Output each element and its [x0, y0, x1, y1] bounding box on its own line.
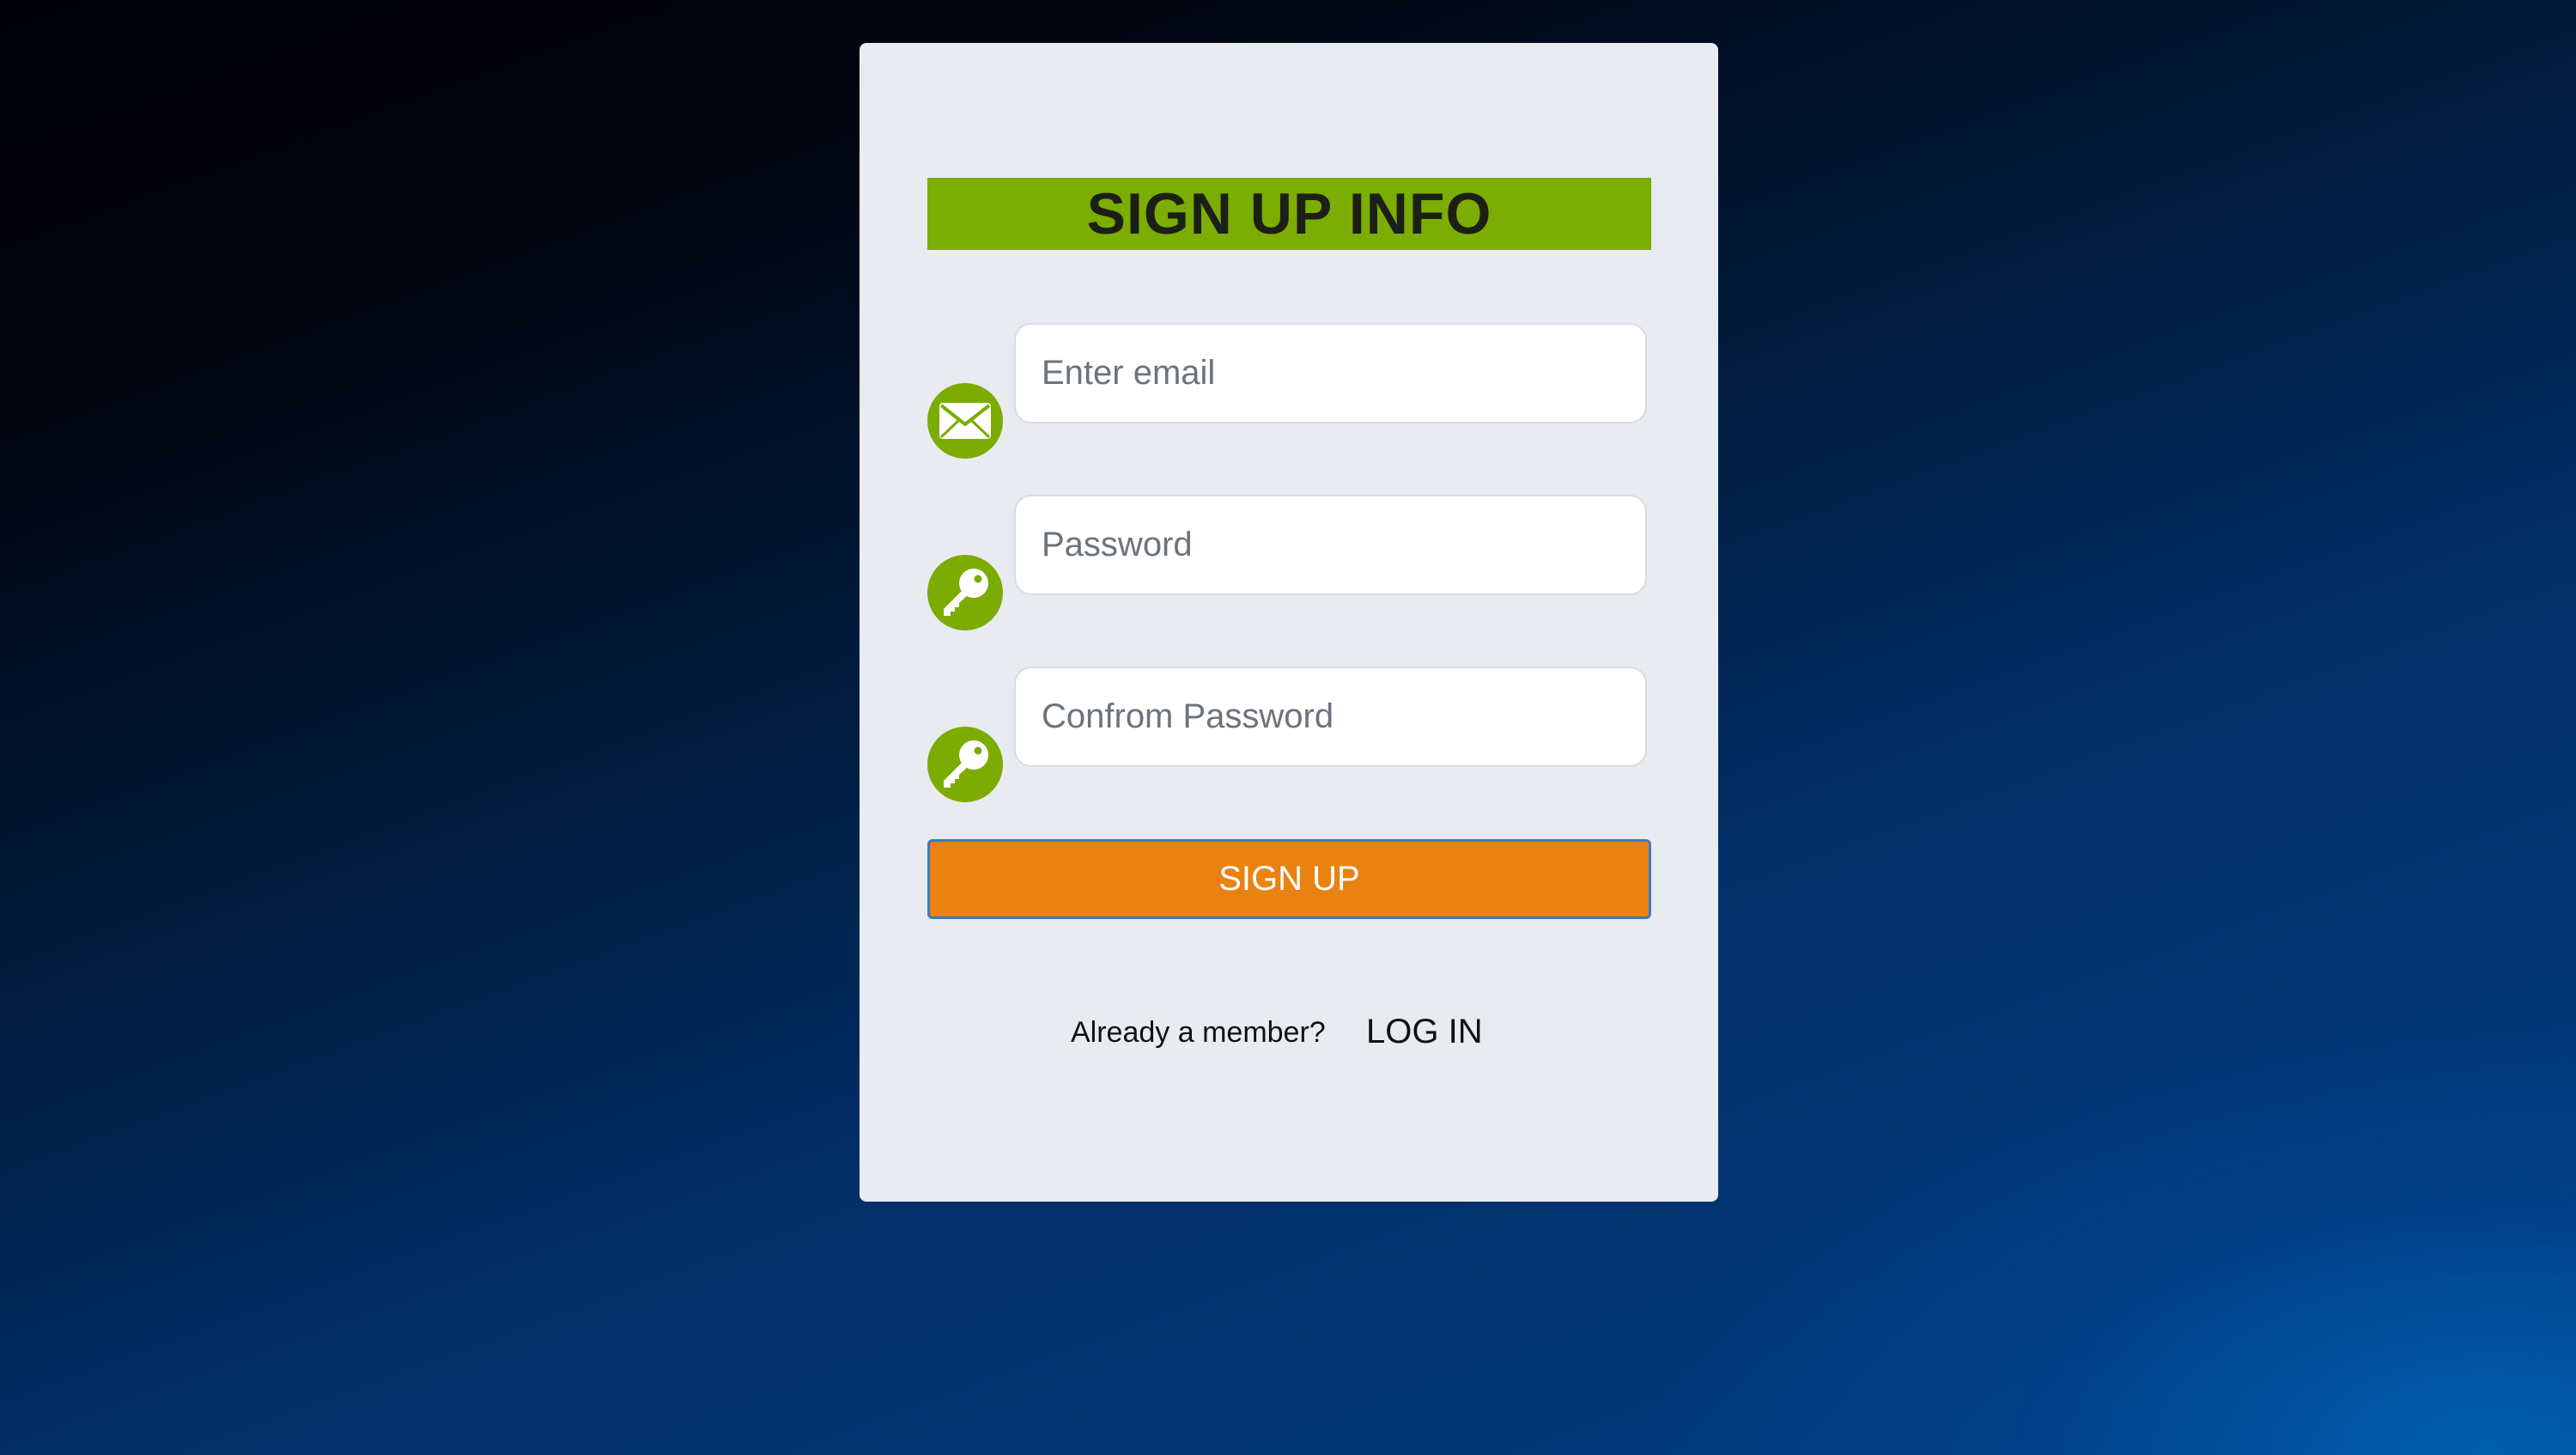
signup-header-banner: SIGN UP INFO [927, 178, 1651, 250]
password-field[interactable] [1014, 495, 1647, 595]
signup-card: SIGN UP INFO SIGN UP Already a member? L… [860, 43, 1718, 1202]
confirm-password-field[interactable] [1014, 667, 1647, 767]
email-field[interactable] [1014, 323, 1647, 423]
log-in-link[interactable]: LOG IN [1366, 1013, 1483, 1051]
page-title: SIGN UP INFO [1086, 181, 1492, 247]
envelope-icon [927, 383, 1003, 459]
already-member-text: Already a member? [1071, 1016, 1326, 1049]
sign-up-button[interactable]: SIGN UP [927, 839, 1651, 919]
key-icon [927, 555, 1003, 630]
key-icon [927, 727, 1003, 802]
